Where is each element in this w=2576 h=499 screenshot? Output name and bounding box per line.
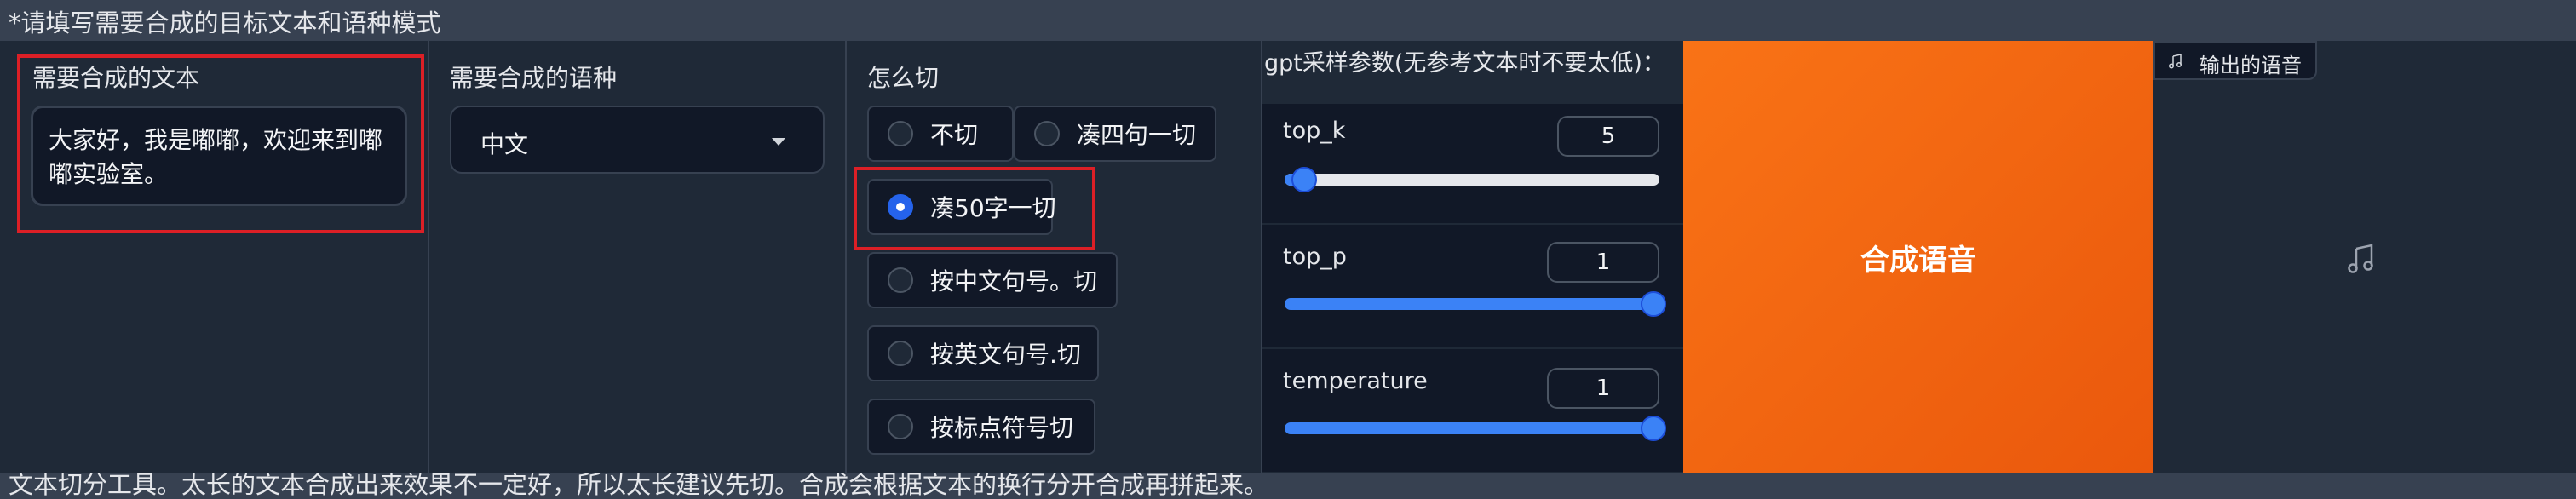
language-selected-value: 中文 [480,130,529,158]
cut-option-label: 按中文句号。切 [930,267,1098,295]
output-audio-label-tag: 输出的语音 [2153,41,2317,80]
cut-option-punctuation[interactable]: 按标点符号切 [867,399,1095,455]
cut-label: 怎么切 [867,64,940,92]
temperature-slider-track[interactable] [1285,422,1659,434]
params-header: gpt采样参数(无参考文本时不要太低)： [1262,41,1683,104]
cut-option-chinese-period[interactable]: 按中文句号。切 [867,252,1118,308]
radio-unchecked-icon [888,121,913,146]
param-top-k: top_k 5 [1262,104,1683,225]
cut-option-english-period[interactable]: 按英文句号.切 [867,325,1099,381]
cut-option-four-sentences[interactable]: 凑四句一切 [1014,106,1216,162]
cut-option-none[interactable]: 不切 [867,106,1014,162]
top-k-slider-thumb[interactable] [1291,167,1317,192]
top-k-label: top_k [1283,118,1346,144]
music-note-icon [2169,54,2182,69]
output-audio-label: 输出的语音 [2199,54,2302,77]
temperature-input[interactable]: 1 [1547,368,1659,409]
footer-section: 文本切分工具。太长的文本合成出来效果不一定好，所以太长建议先切。合成会根据文本的… [0,473,2576,499]
param-temperature: temperature 1 [1262,349,1683,473]
text-input[interactable]: 大家好，我是嘟嘟，欢迎来到嘟嘟实验室。 [31,106,407,206]
params-title: gpt采样参数(无参考文本时不要太低)： [1264,50,1665,77]
param-top-p: top_p 1 [1262,225,1683,349]
radio-unchecked-icon [888,414,913,439]
cut-option-label: 按标点符号切 [930,414,1074,442]
radio-unchecked-icon [888,267,913,293]
radio-unchecked-icon [888,341,913,366]
radio-checked-icon [888,194,913,220]
language-select[interactable]: 中文 [450,106,825,174]
output-audio-panel [2153,41,2576,473]
top-p-slider-track[interactable] [1285,298,1659,310]
cut-option-label: 凑50字一切 [930,194,1056,222]
text-label: 需要合成的文本 [32,64,200,92]
chevron-down-icon [772,138,785,146]
top-p-slider-thumb[interactable] [1641,291,1666,317]
section-title: *请填写需要合成的目标文本和语种模式 [9,9,441,37]
synthesize-button[interactable]: 合成语音 [1683,41,2153,473]
cut-option-fifty-chars[interactable]: 凑50字一切 [867,179,1056,235]
top-p-input[interactable]: 1 [1547,242,1659,283]
radio-unchecked-icon [1034,121,1060,146]
temperature-label: temperature [1283,368,1428,394]
section-header: *请填写需要合成的目标文本和语种模式 [0,0,2576,41]
top-p-label: top_p [1283,244,1347,270]
top-k-slider-track[interactable] [1285,174,1659,186]
music-note-icon [2348,244,2373,273]
footer-text: 文本切分工具。太长的文本合成出来效果不一定好，所以太长建议先切。合成会根据文本的… [9,473,1269,499]
text-input-value: 大家好，我是嘟嘟，欢迎来到嘟嘟实验室。 [49,126,383,188]
cut-option-label: 凑四句一切 [1077,121,1197,149]
cut-option-label: 按英文句号.切 [930,341,1081,369]
language-label: 需要合成的语种 [450,64,618,92]
top-k-input[interactable]: 5 [1557,116,1659,157]
temperature-slider-thumb[interactable] [1641,416,1666,441]
cut-option-label: 不切 [930,121,979,149]
